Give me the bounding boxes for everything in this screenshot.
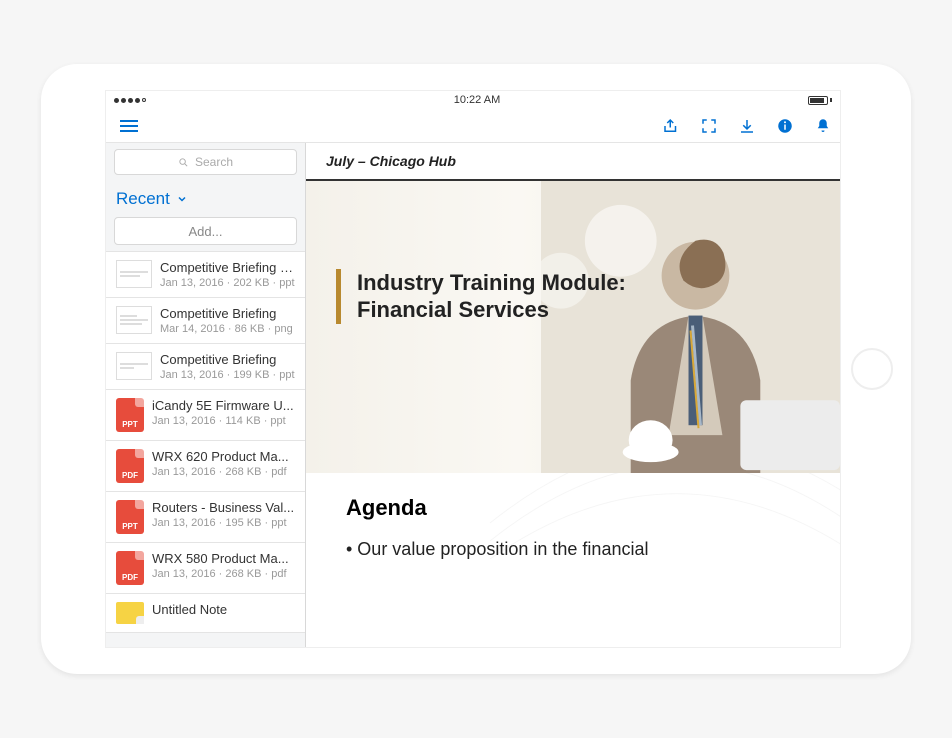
slide-1: Industry Training Module: Financial Serv…: [306, 181, 840, 473]
battery-icon: [808, 96, 832, 105]
slide-title-line1: Industry Training Module:: [357, 269, 626, 297]
topbar: [106, 109, 840, 143]
list-item[interactable]: Untitled Note: [106, 594, 305, 633]
screen: 10:22 AM Search: [105, 90, 841, 648]
item-title: Routers - Business Val...: [152, 500, 295, 515]
list-item[interactable]: Competitive Briefing Jan 13, 2016 · 199 …: [106, 344, 305, 390]
list-item[interactable]: Competitive Briefing Mar 14, 2016 · 86 K…: [106, 298, 305, 344]
status-time: 10:22 AM: [454, 94, 500, 106]
list-item[interactable]: PPT iCandy 5E Firmware U... Jan 13, 2016…: [106, 390, 305, 441]
chevron-down-icon: [176, 193, 188, 205]
fullscreen-icon[interactable]: [700, 117, 718, 135]
item-title: WRX 580 Product Ma...: [152, 551, 295, 566]
file-preview-icon: [116, 306, 152, 334]
pdf-icon: PDF: [116, 551, 144, 585]
item-meta: Jan 13, 2016 · 268 KB · pdf: [152, 568, 295, 580]
download-icon[interactable]: [738, 117, 756, 135]
ppt-icon: PPT: [116, 500, 144, 534]
item-title: Competitive Briefing: [160, 352, 295, 367]
search-icon: [178, 157, 189, 168]
section-dropdown[interactable]: Recent: [106, 181, 305, 217]
ppt-icon: PPT: [116, 398, 144, 432]
list-item[interactable]: Competitive Briefing -... Jan 13, 2016 ·…: [106, 251, 305, 298]
document-viewer: July – Chicago Hub: [306, 143, 840, 647]
signal-dots: [114, 98, 146, 103]
item-meta: Jan 13, 2016 · 195 KB · ppt: [152, 517, 295, 529]
person-image: [541, 181, 840, 473]
topbar-actions: [662, 117, 832, 135]
app-body: Search Recent Add... Competitive Briefin…: [106, 143, 840, 647]
pdf-icon: PDF: [116, 449, 144, 483]
list-item[interactable]: PPT Routers - Business Val... Jan 13, 20…: [106, 492, 305, 543]
swirl-decoration: [460, 473, 840, 613]
document-header: July – Chicago Hub: [306, 143, 840, 181]
statusbar: 10:22 AM: [106, 91, 840, 109]
sidebar: Search Recent Add... Competitive Briefin…: [106, 143, 306, 647]
search-placeholder: Search: [195, 155, 233, 169]
item-title: Competitive Briefing: [160, 306, 295, 321]
section-label: Recent: [116, 189, 170, 209]
item-meta: Jan 13, 2016 · 114 KB · ppt: [152, 415, 295, 427]
item-title: Competitive Briefing -...: [160, 260, 295, 275]
item-title: iCandy 5E Firmware U...: [152, 398, 295, 413]
tablet-frame: 10:22 AM Search: [41, 64, 911, 674]
search-input[interactable]: Search: [114, 149, 297, 175]
slide-title-line2: Financial Services: [357, 296, 626, 324]
file-preview-icon: [116, 260, 152, 288]
info-icon[interactable]: [776, 117, 794, 135]
slide-2: Agenda • Our value proposition in the fi…: [306, 473, 840, 647]
item-title: WRX 620 Product Ma...: [152, 449, 295, 464]
item-title: Untitled Note: [152, 602, 295, 617]
item-meta: Jan 13, 2016 · 199 KB · ppt: [160, 369, 295, 381]
file-list: Competitive Briefing -... Jan 13, 2016 ·…: [106, 251, 305, 647]
share-icon[interactable]: [662, 117, 680, 135]
file-preview-icon: [116, 352, 152, 380]
list-item[interactable]: PDF WRX 580 Product Ma... Jan 13, 2016 ·…: [106, 543, 305, 594]
item-meta: Jan 13, 2016 · 268 KB · pdf: [152, 466, 295, 478]
bell-icon[interactable]: [814, 117, 832, 135]
add-label: Add...: [189, 224, 223, 239]
add-button[interactable]: Add...: [114, 217, 297, 245]
item-meta: Mar 14, 2016 · 86 KB · png: [160, 323, 295, 335]
note-icon: [116, 602, 144, 624]
item-meta: Jan 13, 2016 · 202 KB · ppt: [160, 277, 295, 289]
home-button[interactable]: [851, 348, 893, 390]
list-item[interactable]: PDF WRX 620 Product Ma... Jan 13, 2016 ·…: [106, 441, 305, 492]
slide-title: Industry Training Module: Financial Serv…: [336, 269, 626, 324]
menu-icon[interactable]: [116, 116, 142, 136]
